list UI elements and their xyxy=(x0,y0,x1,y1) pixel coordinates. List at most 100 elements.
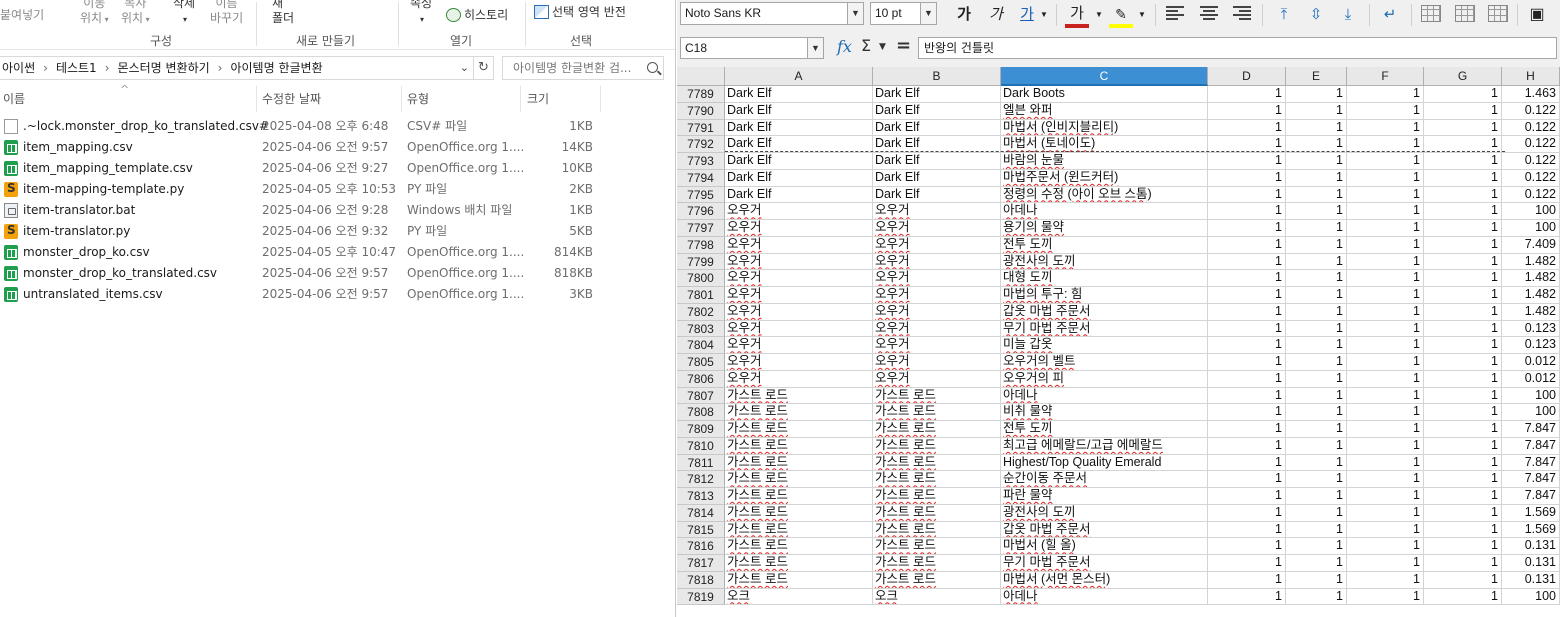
row-header[interactable]: 7794 xyxy=(677,169,725,187)
cell-c[interactable]: Dark Boots xyxy=(1001,86,1208,103)
cell-b[interactable]: 가스트 로드 xyxy=(873,387,1001,405)
cell-h[interactable]: 7.409 xyxy=(1502,236,1560,254)
cell-a[interactable]: 가스트 로드 xyxy=(725,538,873,555)
chevron-down-icon[interactable]: ▼ xyxy=(879,42,886,52)
cell-e[interactable]: 1 xyxy=(1286,169,1347,187)
file-row[interactable]: monster_drop_ko.csv 2025-04-05 오후 10:47 Op… xyxy=(0,242,675,263)
select-all-corner[interactable] xyxy=(677,67,725,86)
align-top-icon[interactable]: ⤒ xyxy=(1273,4,1295,26)
cell-h[interactable]: 0.012 xyxy=(1502,370,1560,388)
cell-d[interactable]: 1 xyxy=(1208,220,1286,237)
cell-b[interactable]: 오우거 xyxy=(873,354,1001,371)
cell-f[interactable]: 1 xyxy=(1347,387,1424,405)
row-header[interactable]: 7806 xyxy=(677,370,725,388)
cell-h[interactable]: 0.131 xyxy=(1502,571,1560,589)
cell-c[interactable]: 파란 물약 xyxy=(1001,488,1208,505)
file-row[interactable]: item_mapping.csv 2025-04-06 오전 9:57 OpenOf… xyxy=(0,137,675,158)
cell-b[interactable]: Dark Elf xyxy=(873,169,1001,187)
cell-a[interactable]: 가스트 로드 xyxy=(725,421,873,438)
cell-g[interactable]: 1 xyxy=(1424,370,1502,388)
cell-g[interactable]: 1 xyxy=(1424,186,1502,204)
cell-f[interactable]: 1 xyxy=(1347,303,1424,321)
cell-e[interactable]: 1 xyxy=(1286,320,1347,338)
cell-e[interactable]: 1 xyxy=(1286,354,1347,371)
cell-a[interactable]: 가스트 로드 xyxy=(725,471,873,488)
row-header[interactable]: 7815 xyxy=(677,521,725,539)
column-divider[interactable] xyxy=(600,86,601,112)
cell-c[interactable]: 아데나 xyxy=(1001,387,1208,405)
refresh-icon[interactable]: ↻ xyxy=(474,56,494,80)
cell-e[interactable]: 1 xyxy=(1286,421,1347,438)
row-header[interactable]: 7808 xyxy=(677,404,725,421)
cell-a[interactable]: 가스트 로드 xyxy=(725,555,873,572)
font-color-button[interactable]: 가 xyxy=(1065,4,1089,28)
column-header-size[interactable]: 크기 xyxy=(527,90,549,107)
cell-d[interactable]: 1 xyxy=(1208,337,1286,354)
row-header[interactable]: 7810 xyxy=(677,437,725,455)
breadcrumb-item[interactable]: 테스트1 xyxy=(56,61,97,75)
cell-f[interactable]: 1 xyxy=(1347,320,1424,338)
bold-button[interactable]: 가 xyxy=(953,4,975,26)
cell-c[interactable]: 마법주문서 (윈드커터) xyxy=(1001,169,1208,187)
cell-a[interactable]: 오우거 xyxy=(725,220,873,237)
breadcrumb-item[interactable]: 아이템명 한글변환 xyxy=(230,61,322,75)
cell-e[interactable]: 1 xyxy=(1286,119,1347,137)
cell-c[interactable]: 무기 마법 주문서 xyxy=(1001,320,1208,338)
cell-g[interactable]: 1 xyxy=(1424,287,1502,304)
cell-g[interactable]: 1 xyxy=(1424,236,1502,254)
cell-e[interactable]: 1 xyxy=(1286,253,1347,271)
cell-d[interactable]: 1 xyxy=(1208,153,1286,170)
cell-h[interactable]: 100 xyxy=(1502,404,1560,421)
cell-f[interactable]: 1 xyxy=(1347,454,1424,472)
cell-f[interactable]: 1 xyxy=(1347,236,1424,254)
column-header-c[interactable]: C xyxy=(1001,67,1208,86)
cell-b[interactable]: Dark Elf xyxy=(873,186,1001,204)
cell-b[interactable]: 가스트 로드 xyxy=(873,538,1001,555)
cell-a[interactable]: 가스트 로드 xyxy=(725,404,873,421)
wrap-text-icon[interactable]: ↵ xyxy=(1379,4,1401,26)
cell-f[interactable]: 1 xyxy=(1347,571,1424,589)
cell-b[interactable]: 오우거 xyxy=(873,370,1001,388)
cell-b[interactable]: Dark Elf xyxy=(873,153,1001,170)
cell-g[interactable]: 1 xyxy=(1424,387,1502,405)
cell-f[interactable]: 1 xyxy=(1347,186,1424,204)
cell-e[interactable]: 1 xyxy=(1286,555,1347,572)
cell-e[interactable]: 1 xyxy=(1286,504,1347,522)
cell-h[interactable]: 0.131 xyxy=(1502,538,1560,555)
cell-h[interactable]: 100 xyxy=(1502,220,1560,237)
cell-h[interactable]: 7.847 xyxy=(1502,437,1560,455)
cell-g[interactable]: 1 xyxy=(1424,119,1502,137)
file-row[interactable]: .~lock.monster_drop_ko_translated.csv# 20… xyxy=(0,116,675,137)
cell-f[interactable]: 1 xyxy=(1347,220,1424,237)
cell-d[interactable]: 1 xyxy=(1208,303,1286,321)
font-name-combobox[interactable]: Noto Sans KR ▼ xyxy=(680,2,864,25)
cell-b[interactable]: 가스트 로드 xyxy=(873,571,1001,589)
underline-button[interactable]: 가 xyxy=(1016,4,1038,26)
cell-f[interactable]: 1 xyxy=(1347,337,1424,354)
address-bar[interactable]: 아이썬 › 테스트1 › 몬스터명 변환하기 › 아이템명 한글변환 ⌄ xyxy=(0,56,474,80)
rename-button[interactable]: 이름 바꾸기 xyxy=(210,0,243,26)
cell-e[interactable]: 1 xyxy=(1286,86,1347,103)
cell-g[interactable]: 1 xyxy=(1424,421,1502,438)
cell-f[interactable]: 1 xyxy=(1347,119,1424,137)
cell-d[interactable]: 1 xyxy=(1208,421,1286,438)
row-header[interactable]: 7801 xyxy=(677,287,725,304)
cell-e[interactable]: 1 xyxy=(1286,102,1347,120)
column-header-a[interactable]: A xyxy=(725,67,873,86)
cell-e[interactable]: 1 xyxy=(1286,437,1347,455)
cell-a[interactable]: Dark Elf xyxy=(725,186,873,204)
cell-c[interactable]: 바람의 눈물 xyxy=(1001,153,1208,170)
cell-a[interactable]: Dark Elf xyxy=(725,153,873,170)
chevron-down-icon[interactable]: ▼ xyxy=(1094,4,1104,26)
cell-a[interactable]: 가스트 로드 xyxy=(725,521,873,539)
cell-f[interactable]: 1 xyxy=(1347,203,1424,220)
cell-e[interactable]: 1 xyxy=(1286,404,1347,421)
cell-c[interactable]: 아데나 xyxy=(1001,588,1208,606)
cell-f[interactable]: 1 xyxy=(1347,555,1424,572)
row-header[interactable]: 7800 xyxy=(677,270,725,287)
function-wizard-icon[interactable]: fx xyxy=(837,37,852,56)
cell-b[interactable]: 가스트 로드 xyxy=(873,504,1001,522)
italic-button[interactable]: 가 xyxy=(985,4,1007,26)
cell-e[interactable]: 1 xyxy=(1286,203,1347,220)
cell-c[interactable]: 오우거의 피 xyxy=(1001,370,1208,388)
